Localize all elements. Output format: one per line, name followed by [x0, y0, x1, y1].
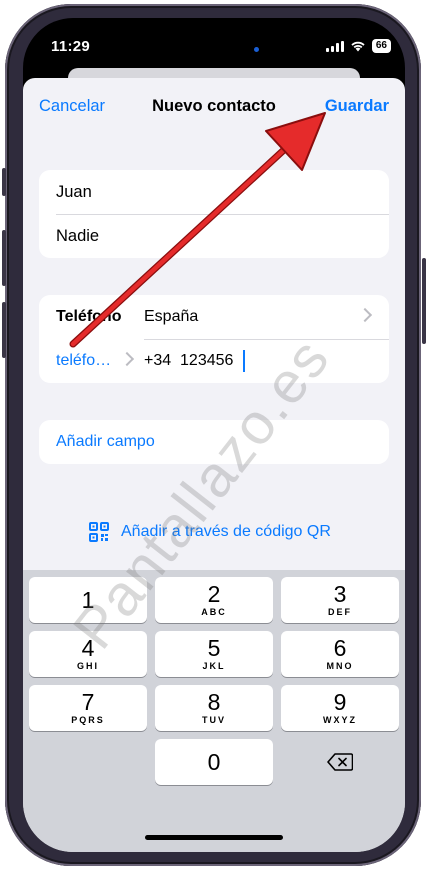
volume-down-button	[2, 302, 6, 358]
phone-label: Teléfono	[56, 308, 122, 325]
qr-code-icon	[89, 522, 109, 542]
key-5[interactable]: 5 JKL	[155, 631, 273, 677]
key-digit: 0	[207, 749, 221, 775]
key-letters: WXYZ	[323, 715, 357, 725]
cellular-signal-icon	[325, 40, 344, 52]
last-name-field[interactable]: Nadie	[39, 214, 389, 258]
battery-icon: 66	[371, 39, 391, 53]
chevron-right-icon[interactable]	[119, 351, 135, 367]
save-button[interactable]: Guardar	[325, 97, 389, 116]
key-letters: MNO	[326, 661, 354, 671]
key-letters: PQRS	[71, 715, 105, 725]
side-button	[2, 168, 6, 196]
home-indicator	[145, 835, 283, 840]
first-name-value: Juan	[56, 183, 92, 201]
key-letters: DEF	[328, 607, 352, 617]
first-name-field[interactable]: Juan	[39, 170, 389, 214]
key-letters: TUV	[202, 715, 226, 725]
key-9[interactable]: 9 WXYZ	[281, 685, 399, 731]
key-digit: 9	[333, 689, 347, 715]
key-6[interactable]: 6 MNO	[281, 631, 399, 677]
name-group: Juan Nadie	[39, 170, 389, 258]
phone-type-selector[interactable]: teléfo…	[56, 352, 111, 370]
status-time: 11:29	[51, 38, 91, 55]
text-cursor	[243, 350, 245, 372]
key-digit: 8	[207, 689, 221, 715]
key-digit: 3	[333, 581, 347, 607]
key-8[interactable]: 8 TUV	[155, 685, 273, 731]
add-field-button[interactable]: Añadir campo	[56, 433, 155, 451]
wifi-icon	[351, 41, 365, 52]
key-0[interactable]: 0	[155, 739, 273, 785]
key-digit: 6	[333, 635, 347, 661]
key-letters: GHI	[76, 661, 99, 671]
last-name-value: Nadie	[56, 227, 100, 245]
delete-key[interactable]	[281, 739, 399, 785]
key-letters: ABC	[201, 607, 227, 617]
country-row[interactable]: Teléfono España	[39, 295, 389, 339]
camera-indicator-icon	[254, 47, 259, 52]
country-value: España	[144, 308, 199, 325]
key-letters: JKL	[202, 661, 226, 671]
key-digit: 5	[207, 635, 221, 661]
volume-up-button	[2, 230, 6, 286]
power-button	[422, 258, 426, 344]
chevron-right-icon	[357, 307, 373, 323]
status-bar: 11:29 66	[23, 18, 405, 68]
key-3[interactable]: 3 DEF	[281, 577, 399, 623]
key-7[interactable]: 7 PQRS	[29, 685, 147, 731]
backspace-icon	[327, 753, 353, 771]
phone-number-input[interactable]: +34 123456	[144, 352, 233, 370]
key-digit: 7	[81, 689, 95, 715]
status-icons: 66	[325, 39, 391, 53]
nav-bar: Cancelar Nuevo contacto Guardar	[23, 78, 405, 134]
